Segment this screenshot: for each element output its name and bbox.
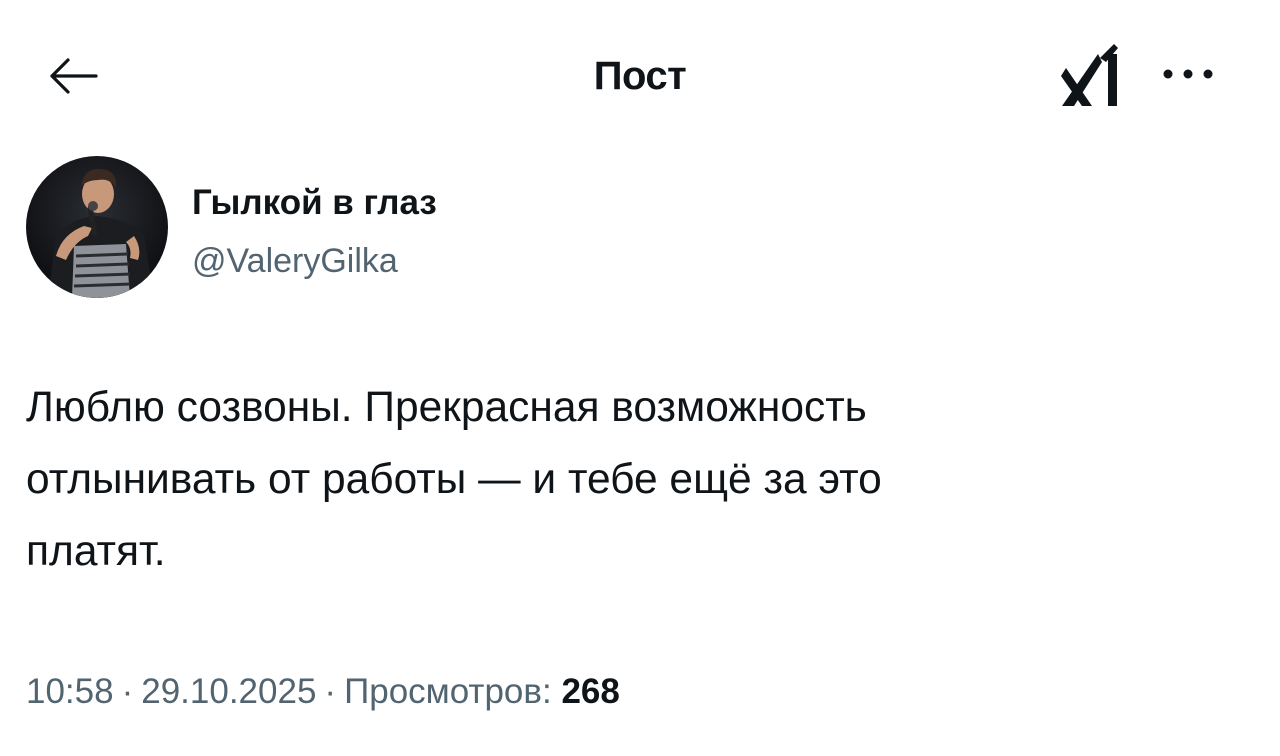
more-horizontal-icon bbox=[1163, 69, 1213, 79]
tweet-time[interactable]: 10:58 bbox=[26, 672, 114, 711]
top-bar: Пост bbox=[0, 0, 1280, 150]
avatar[interactable] bbox=[26, 156, 168, 298]
tweet-text-line: Люблю созвоны. Прекрасная возможность bbox=[26, 384, 867, 431]
tweet-meta: 10:58 · 29.10.2025 · Просмотров: 268 bbox=[26, 670, 620, 714]
author-handle[interactable]: @ValeryGilka bbox=[192, 240, 398, 282]
more-options-button[interactable] bbox=[1148, 48, 1228, 100]
views-label: Просмотров: bbox=[344, 672, 552, 711]
tweet-text-line: платят. bbox=[26, 528, 166, 575]
grok-button[interactable] bbox=[1052, 40, 1132, 112]
grok-logo-icon bbox=[1061, 44, 1118, 106]
tweet-date[interactable]: 29.10.2025 bbox=[141, 672, 316, 711]
tweet-author: Гылкой в глаз @ValeryGilka bbox=[26, 156, 726, 300]
author-display-name[interactable]: Гылкой в глаз bbox=[192, 182, 437, 224]
tweet-text-line: отлынивать от работы — и тебе ещё за это bbox=[26, 456, 882, 503]
meta-separator: · bbox=[121, 672, 134, 711]
meta-separator: · bbox=[324, 672, 337, 711]
tweet-text: Люблю созвоны. Прекрасная возможность от… bbox=[26, 372, 1226, 588]
avatar-photo bbox=[26, 156, 168, 298]
views-count: 268 bbox=[561, 672, 620, 711]
